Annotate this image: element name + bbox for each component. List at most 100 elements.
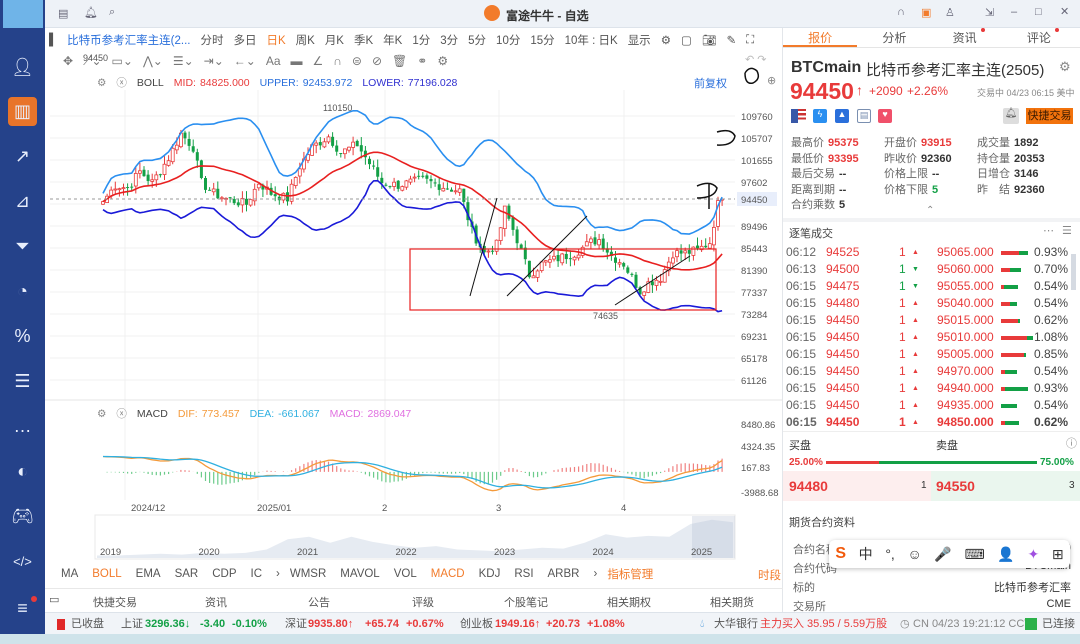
bid-row[interactable]: 94480 1	[783, 471, 931, 501]
discount-icon[interactable]: %	[8, 322, 37, 351]
market-icon[interactable]: ▥	[8, 97, 37, 126]
news-icon[interactable]: ☰	[8, 367, 37, 396]
tab-comments[interactable]: 评论	[1006, 28, 1080, 47]
sh-label[interactable]: 上证	[121, 613, 143, 635]
tick-row[interactable]: 06:15 94450 1 ▲ 95015.000 0.62%	[786, 312, 1076, 329]
filter-icon[interactable]: ⏷	[8, 232, 37, 261]
more-icon[interactable]: ⋯	[1043, 224, 1054, 237]
candle-body	[691, 246, 696, 256]
tick-row[interactable]: 06:15 94450 1 ▲ 94935.000 0.54%	[786, 397, 1076, 414]
close-button[interactable]: ✕	[1060, 5, 1069, 18]
shirt-icon[interactable]: ♙	[945, 6, 955, 19]
indicator-tab[interactable]: MACD	[431, 568, 465, 580]
macd-name[interactable]: MACD	[137, 408, 168, 420]
layout-icon[interactable]: ▤	[58, 7, 68, 20]
scrollbar[interactable]	[1071, 254, 1076, 290]
tick-row[interactable]: 06:15 94450 1 ▲ 95005.000 0.85%	[786, 346, 1076, 363]
price-chart[interactable]: 109760 105707 101655 97602 94450 89496 85443 81…	[45, 28, 783, 612]
bottom-tab[interactable]: 相关期货	[710, 594, 754, 610]
tick-row[interactable]: 06:15 94475 1 ▼ 95055.000 0.54%	[786, 278, 1076, 295]
pie-icon[interactable]: ◔	[8, 277, 37, 306]
indicator-tab[interactable]: MAVOL	[340, 568, 379, 580]
level-icon[interactable]: ▲	[835, 109, 849, 123]
ime-emoji-icon[interactable]: ☺	[907, 546, 921, 562]
bottom-tab[interactable]: 个股笔记	[504, 594, 548, 610]
timeslot-button[interactable]: 时段	[758, 567, 781, 583]
sz-label[interactable]: 深证	[285, 613, 307, 635]
ticks-list[interactable]: 06:12 94525 1 ▲ 95065.000 0.93% 06:13 94500 1 ▼ 95…	[786, 244, 1076, 434]
clock-icon[interactable]: ◐	[8, 457, 37, 486]
chevron-right-icon[interactable]: ›	[593, 568, 597, 580]
avatar[interactable]	[3, 0, 43, 28]
drawn-bracket[interactable]	[696, 182, 718, 209]
tick-row[interactable]: 06:15 94450 1 ▲ 95010.000 1.08%	[786, 329, 1076, 346]
tick-row[interactable]: 06:15 94450 1 ▲ 94940.000 0.93%	[786, 380, 1076, 397]
tab-news[interactable]: 资讯	[932, 28, 1006, 47]
indicator-tab[interactable]: SAR	[175, 568, 199, 580]
indicator-tab[interactable]: CDP	[212, 568, 236, 580]
bottom-tab[interactable]: 资讯	[205, 594, 227, 610]
indicator-tab[interactable]: WMSR	[290, 568, 326, 580]
indicator-tab[interactable]: VOL	[394, 568, 417, 580]
ime-account-icon[interactable]: 👤	[997, 546, 1014, 563]
candle-body	[351, 141, 356, 148]
favorite-icon[interactable]: ♥	[878, 109, 892, 123]
candle-body	[392, 181, 397, 187]
bottom-tab[interactable]: 公告	[308, 594, 330, 610]
search-icon[interactable]: ⌕	[109, 6, 115, 19]
portfolio-icon[interactable]: ⊿	[8, 187, 37, 216]
chevron-right-icon[interactable]: ›	[276, 568, 280, 580]
ime-keyboard-icon[interactable]: ⌨	[965, 546, 985, 563]
tick-row[interactable]: 06:12 94525 1 ▲ 95065.000 0.93%	[786, 244, 1076, 261]
tab-quote[interactable]: 报价	[783, 28, 858, 47]
ime-punctuation[interactable]: °,	[885, 546, 895, 562]
info-icon[interactable]: ⓘ	[1066, 435, 1077, 451]
indicator-manage-button[interactable]: 指标管理	[607, 566, 653, 582]
tick-row[interactable]: 06:15 94450 1 ▲ 94970.000 0.54%	[786, 363, 1076, 380]
alert-bell-icon[interactable]: 🔔︎	[1003, 108, 1019, 124]
game-icon[interactable]: 🎮︎	[8, 502, 37, 531]
drawn-circle[interactable]	[744, 67, 760, 85]
list-icon[interactable]: ☰	[1062, 224, 1072, 237]
indicator-tab[interactable]: IC	[251, 568, 263, 580]
tick-row[interactable]: 06:15 94450 1 ▲ 94850.000 0.62%	[786, 414, 1076, 431]
indicator-tab[interactable]: KDJ	[479, 568, 501, 580]
collapse-icon[interactable]: ⇲	[985, 6, 994, 19]
wallet-icon[interactable]: ▣	[921, 6, 931, 19]
tick-row[interactable]: 06:13 94500 1 ▼ 95060.000 0.70%	[786, 261, 1076, 278]
bell-icon[interactable]: 🔔︎	[84, 6, 98, 19]
indicator-tab[interactable]: RSI	[514, 568, 533, 580]
ticker-name[interactable]: 大华银行	[714, 613, 758, 635]
settings-icon[interactable]: ⚙	[1059, 59, 1071, 75]
cy-label[interactable]: 创业板	[460, 613, 493, 635]
ime-skin-icon[interactable]: ✦	[1027, 546, 1039, 563]
bottom-tab[interactable]: 相关期权	[607, 594, 651, 610]
chat-icon[interactable]: …	[8, 412, 37, 441]
bottom-tab[interactable]: 快捷交易	[93, 594, 137, 610]
code-icon[interactable]: </>	[8, 547, 37, 576]
collapse-chevron-icon[interactable]: ⌃	[926, 205, 934, 216]
tick-row[interactable]: 06:15 94480 1 ▲ 95040.000 0.54%	[786, 295, 1076, 312]
panel-toggle-icon[interactable]: ▭	[49, 593, 59, 606]
ime-voice-icon[interactable]: 🎤	[934, 546, 951, 563]
macd-close-icon[interactable]: ⓧ	[116, 406, 127, 421]
ime-apps-icon[interactable]: ⊞	[1052, 546, 1064, 563]
minimize-button[interactable]: –	[1011, 6, 1017, 18]
indicator-tab[interactable]: BOLL	[92, 568, 121, 580]
note-icon[interactable]: ▤	[857, 109, 871, 123]
indicator-tab[interactable]: ARBR	[548, 568, 580, 580]
indicator-tab[interactable]: MA	[61, 568, 78, 580]
ask-row[interactable]: 94550 3	[931, 471, 1080, 501]
quick-trade-button[interactable]: 快捷交易	[1026, 108, 1073, 124]
margin-icon[interactable]: ϟ	[813, 109, 827, 123]
macd-settings-icon[interactable]: ⚙	[97, 408, 106, 420]
sogou-logo-icon[interactable]: S	[835, 545, 846, 563]
user-icon[interactable]: 👤︎	[8, 53, 37, 82]
bottom-tab[interactable]: 评级	[412, 594, 434, 610]
ime-chinese-toggle[interactable]: 中	[859, 544, 873, 564]
headset-icon[interactable]: ∩	[897, 6, 905, 18]
maximize-button[interactable]: □	[1035, 6, 1042, 18]
indicator-tab[interactable]: EMA	[136, 568, 161, 580]
trend-icon[interactable]: ↗	[8, 142, 37, 171]
tab-analysis[interactable]: 分析	[857, 28, 931, 47]
